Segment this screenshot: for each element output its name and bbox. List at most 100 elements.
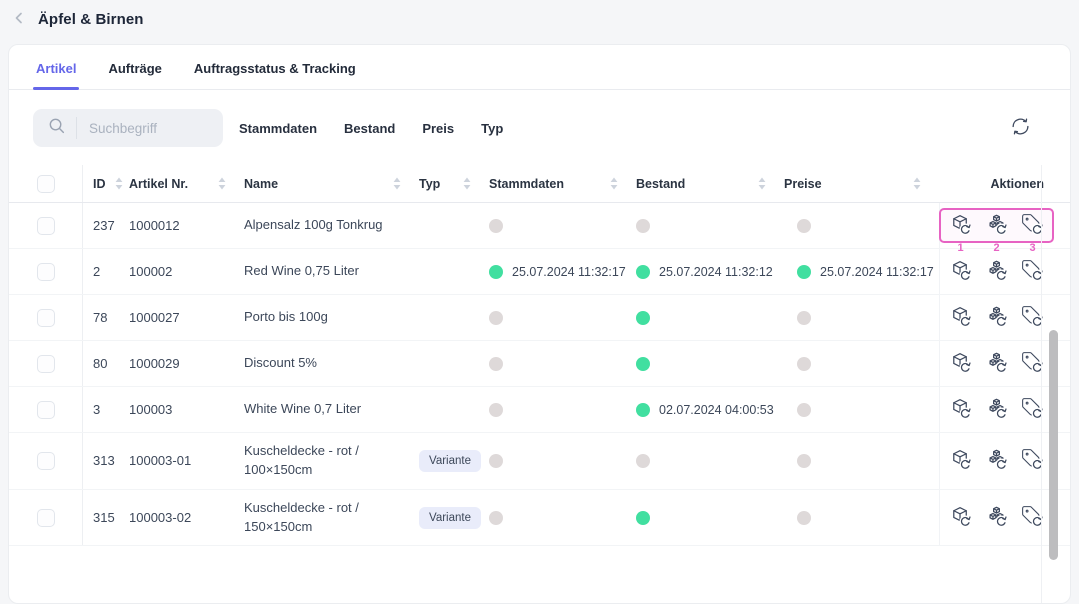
row-select-cell — [9, 203, 83, 248]
cube-sync-button[interactable] — [949, 506, 972, 529]
sort-icon[interactable] — [758, 177, 766, 190]
sort-icon[interactable] — [463, 177, 471, 190]
cell-preise — [784, 403, 939, 417]
status-dot — [636, 511, 650, 525]
filter-typ[interactable]: Typ — [481, 121, 503, 136]
status-dot — [636, 311, 650, 325]
sort-icon[interactable] — [218, 177, 226, 190]
cell-preise — [784, 511, 939, 525]
sort-icon[interactable] — [610, 177, 618, 190]
row-checkbox[interactable] — [37, 309, 55, 327]
cell-artikel-nr: 1000012 — [129, 218, 244, 233]
page-title: Äpfel & Birnen — [38, 11, 144, 28]
cell-preise — [784, 454, 939, 468]
status-dot — [636, 454, 650, 468]
filter-preis[interactable]: Preis — [422, 121, 454, 136]
cubes-sync-button[interactable] — [985, 306, 1008, 329]
cube-sync-icon — [949, 397, 972, 423]
cell-stammdaten — [489, 403, 636, 417]
cell-preise: 25.07.2024 11:32:17 — [784, 265, 939, 279]
status-dot — [797, 511, 811, 525]
row-checkbox[interactable] — [37, 355, 55, 373]
row-select-cell — [9, 341, 83, 386]
cubes-sync-button[interactable] — [985, 449, 1008, 472]
cubes-sync-button[interactable] — [985, 260, 1008, 283]
cubes-sync-button[interactable] — [985, 506, 1008, 529]
cell-id: 313 — [83, 453, 129, 468]
row-checkbox[interactable] — [37, 509, 55, 527]
cell-id: 78 — [83, 310, 129, 325]
cube-sync-icon — [949, 505, 972, 531]
search-box[interactable] — [33, 109, 223, 147]
cubes-sync-button[interactable] — [985, 352, 1008, 375]
column-header-stammdaten[interactable]: Stammdaten — [489, 165, 636, 202]
cell-name: White Wine 0,7 Liter — [244, 391, 419, 428]
column-header-artikel-nr[interactable]: Artikel Nr. — [129, 165, 244, 202]
tab-auftraege[interactable]: Aufträge — [107, 45, 162, 89]
cubes-sync-icon — [985, 397, 1008, 423]
status-dot — [489, 311, 503, 325]
cell-artikel-nr: 100003-02 — [129, 510, 244, 525]
cubes-sync-button[interactable] — [985, 214, 1008, 237]
cell-preise — [784, 357, 939, 371]
select-all-cell — [9, 165, 83, 202]
cell-artikel-nr: 1000027 — [129, 310, 244, 325]
column-header-name[interactable]: Name — [244, 165, 419, 202]
cube-sync-button[interactable] — [949, 214, 972, 237]
cell-id: 3 — [83, 402, 129, 417]
sort-icon[interactable] — [913, 177, 921, 190]
table-row: 801000029Discount 5% — [9, 341, 1070, 387]
row-select-cell — [9, 433, 83, 489]
sort-icon[interactable] — [393, 177, 401, 190]
tab-artikel[interactable]: Artikel — [35, 45, 77, 89]
row-checkbox[interactable] — [37, 401, 55, 419]
cubes-sync-button[interactable] — [985, 398, 1008, 421]
annotation-markers: 123 — [949, 242, 1044, 254]
annotation-label-1: 1 — [949, 242, 972, 254]
row-checkbox[interactable] — [37, 217, 55, 235]
cube-sync-button[interactable] — [949, 398, 972, 421]
select-all-checkbox[interactable] — [37, 175, 55, 193]
cubes-sync-icon — [985, 305, 1008, 331]
row-checkbox[interactable] — [37, 452, 55, 470]
chevron-left-icon — [12, 11, 26, 28]
back-button[interactable] — [8, 8, 30, 30]
refresh-button[interactable] — [1008, 116, 1032, 140]
cell-bestand — [636, 357, 784, 371]
cell-artikel-nr: 1000029 — [129, 356, 244, 371]
cube-sync-button[interactable] — [949, 306, 972, 329]
table-row: 2371000012Alpensalz 100g Tonkrug123 — [9, 203, 1070, 249]
table-row: 313100003-01Kuscheldecke - rot / 100×150… — [9, 433, 1070, 490]
filter-stammdaten[interactable]: Stammdaten — [239, 121, 317, 136]
table-body: 2371000012Alpensalz 100g Tonkrug12321000… — [9, 203, 1070, 546]
top-bar: Äpfel & Birnen — [0, 0, 1079, 38]
filter-bestand[interactable]: Bestand — [344, 121, 395, 136]
cube-sync-button[interactable] — [949, 352, 972, 375]
sort-icon[interactable] — [115, 177, 123, 190]
variante-badge: Variante — [419, 507, 481, 529]
column-header-typ[interactable]: Typ — [419, 165, 489, 202]
row-select-cell — [9, 249, 83, 294]
cell-name: Discount 5% — [244, 345, 419, 382]
cubes-sync-icon — [985, 505, 1008, 531]
scrollbar-thumb[interactable] — [1049, 330, 1058, 560]
row-select-cell — [9, 490, 83, 546]
search-input[interactable] — [89, 121, 199, 136]
column-header-preise[interactable]: Preise — [784, 165, 939, 202]
status-dot — [636, 219, 650, 233]
status-dot — [489, 265, 503, 279]
status-dot — [489, 403, 503, 417]
cube-sync-button[interactable] — [949, 449, 972, 472]
row-checkbox[interactable] — [37, 263, 55, 281]
cell-stammdaten: 25.07.2024 11:32:17 — [489, 265, 636, 279]
status-timestamp: 25.07.2024 11:32:17 — [820, 265, 934, 279]
status-timestamp: 25.07.2024 11:32:17 — [512, 265, 626, 279]
column-header-id[interactable]: ID — [83, 165, 129, 202]
tab-auftragsstatus-tracking[interactable]: Auftragsstatus & Tracking — [193, 45, 357, 89]
cell-bestand — [636, 511, 784, 525]
column-header-bestand[interactable]: Bestand — [636, 165, 784, 202]
cell-preise — [784, 311, 939, 325]
tab-bar: Artikel Aufträge Auftragsstatus & Tracki… — [9, 45, 1070, 90]
cube-sync-button[interactable] — [949, 260, 972, 283]
status-dot — [797, 311, 811, 325]
